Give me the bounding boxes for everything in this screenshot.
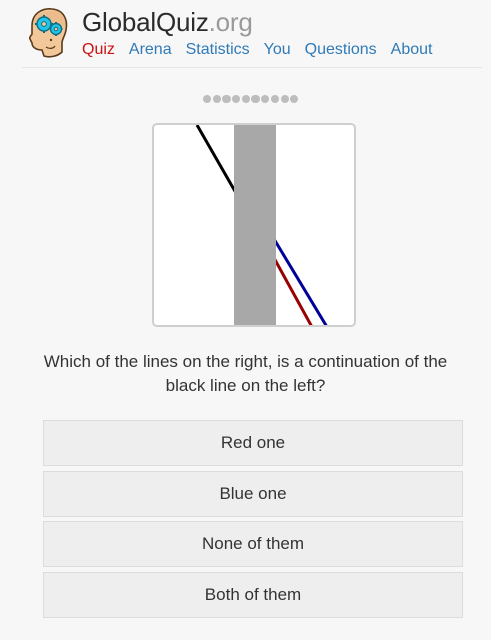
nav-quiz[interactable]: Quiz: [82, 40, 115, 60]
answer-blue-one-button[interactable]: Blue one: [43, 470, 463, 517]
header-divider: [22, 67, 482, 68]
progress-dot: [270, 95, 279, 104]
progress-dot: [290, 95, 299, 104]
progress-dot: [251, 95, 260, 104]
illusion-drawing: [195, 125, 328, 325]
nav-statistics[interactable]: Statistics: [186, 40, 250, 60]
progress-dot: [203, 95, 212, 104]
main-nav: Quiz Arena Statistics You Questions Abou…: [82, 40, 432, 60]
poggendorff-illusion-figure: [152, 123, 356, 327]
progress-dot: [241, 95, 250, 104]
answer-both-button[interactable]: Both of them: [43, 571, 463, 618]
brand-tld: .org: [208, 7, 253, 37]
globalquiz-logo[interactable]: [24, 6, 70, 60]
progress-dot: [222, 95, 231, 104]
nav-about[interactable]: About: [391, 40, 433, 60]
nav-questions[interactable]: Questions: [305, 40, 377, 60]
site-header: GlobalQuiz.org Quiz Arena Statistics You…: [0, 0, 491, 68]
answer-none-button[interactable]: None of them: [43, 521, 463, 568]
black-line: [195, 125, 238, 194]
progress-dot: [280, 95, 289, 104]
question-progress: [203, 95, 299, 104]
progress-dot: [212, 95, 221, 104]
blue-line: [272, 238, 328, 325]
gray-occluder-bar: [234, 125, 276, 325]
brain-gears-head-icon: [28, 8, 68, 58]
answer-red-one-button[interactable]: Red one: [43, 420, 463, 466]
answer-list: Red one Blue one None of them Both of th…: [43, 420, 463, 622]
site-brand[interactable]: GlobalQuiz.org: [82, 6, 253, 38]
nav-you[interactable]: You: [264, 40, 291, 60]
progress-dot: [261, 95, 270, 104]
question-text: Which of the lines on the right, is a co…: [43, 352, 448, 395]
brand-name: GlobalQuiz: [82, 7, 209, 37]
nav-arena[interactable]: Arena: [129, 40, 172, 60]
progress-dot: [232, 95, 241, 104]
